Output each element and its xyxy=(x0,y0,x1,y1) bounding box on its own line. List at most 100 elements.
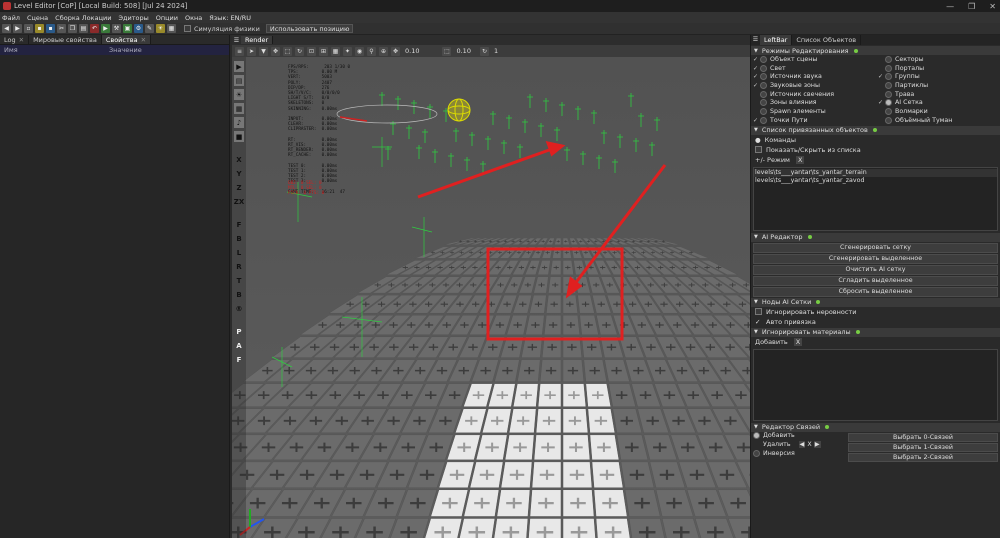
use-position-button[interactable]: Использовать позицию xyxy=(265,24,354,33)
move-snap-value[interactable]: 0.10 xyxy=(405,47,419,55)
build-icon[interactable]: ⚒ xyxy=(112,24,121,33)
snap-vertex-icon[interactable]: ✦ xyxy=(343,46,352,56)
scale-snap-icon[interactable]: ⬚ xyxy=(442,46,452,56)
mode-radio[interactable] xyxy=(885,107,892,115)
close-icon[interactable]: ✕ xyxy=(141,36,146,44)
edit-modes-header[interactable]: ▼ Режимы Редактирования xyxy=(751,46,1000,55)
save-icon[interactable]: ▪ xyxy=(46,24,55,33)
move-snap-icon[interactable]: ✥ xyxy=(391,46,400,56)
menu-file[interactable]: Файл xyxy=(2,14,20,22)
menu-windows[interactable]: Окна xyxy=(185,14,202,22)
tab-world-properties[interactable]: Мировые свойства xyxy=(29,35,102,44)
minimize-button[interactable]: — xyxy=(946,2,954,11)
select-icon[interactable]: ➤ xyxy=(247,46,256,56)
attached-objects-list[interactable]: levels\ts___yantar\ts_yantar_terrain lev… xyxy=(753,166,998,231)
check-icon[interactable]: ✓ xyxy=(878,99,885,106)
link-remove-option[interactable]: Удалить ◀ X ▶ xyxy=(753,440,845,449)
back-icon[interactable]: ◀ xyxy=(2,24,11,33)
mode-radio[interactable] xyxy=(885,81,892,89)
edit-mode-option[interactable]: Партиклы xyxy=(878,81,998,90)
edit-mode-option[interactable]: Объёмный Туман xyxy=(878,116,998,125)
close-icon[interactable]: ✕ xyxy=(19,36,24,44)
view-right-button[interactable]: R xyxy=(234,261,244,272)
ai-nodes-header[interactable]: ▼ Ноды AI Сетки xyxy=(751,297,1000,307)
link-invert-option[interactable]: Инверсия xyxy=(753,449,845,458)
cut-icon[interactable]: ✂ xyxy=(57,24,66,33)
edit-mode-option[interactable]: Секторы xyxy=(878,55,998,64)
tab-properties[interactable]: Свойства ✕ xyxy=(101,35,152,44)
physics-checkbox[interactable] xyxy=(184,25,191,32)
mode-radio[interactable] xyxy=(760,64,767,72)
link-add-option[interactable]: Добавить xyxy=(753,432,845,441)
axis-x-button[interactable]: X xyxy=(234,154,244,165)
light-mode-icon[interactable]: ☀ xyxy=(234,89,244,100)
edit-mode-option[interactable]: ✓ Источник звука xyxy=(753,72,878,81)
mode-radio[interactable] xyxy=(885,64,892,72)
mode-radio[interactable] xyxy=(885,116,892,124)
maximize-button[interactable]: ❐ xyxy=(968,2,975,11)
check-icon[interactable]: ✓ xyxy=(753,82,760,89)
remove-material-button[interactable]: X xyxy=(793,337,803,346)
play-icon[interactable]: ▶ xyxy=(101,24,110,33)
fill-mode-icon[interactable]: ▦ xyxy=(234,103,244,114)
attached-objects-header[interactable]: ▼ Список привязанных объектов xyxy=(751,125,1000,135)
check-icon[interactable]: ✓ xyxy=(878,73,885,80)
compile-icon[interactable]: ▣ xyxy=(123,24,132,33)
generate-mesh-button[interactable]: Сгенерировать сетку xyxy=(753,242,998,253)
mode-radio[interactable] xyxy=(760,107,767,115)
settings-icon[interactable]: ⚙ xyxy=(134,24,143,33)
list-item[interactable]: levels\ts___yantar\ts_yantar_zavod xyxy=(754,177,997,185)
move-icon[interactable]: ✥ xyxy=(271,46,280,56)
tools-icon[interactable]: ✎ xyxy=(145,24,154,33)
forward-icon[interactable]: ▶ xyxy=(13,24,22,33)
add-icon[interactable]: ▼ xyxy=(259,46,268,56)
edit-mode-option[interactable]: ✓ Объект сцены xyxy=(753,55,878,64)
edit-mode-option[interactable]: ✓ AI Сетка xyxy=(878,98,998,107)
edit-mode-option[interactable]: ✓ Группы xyxy=(878,72,998,81)
stats-icon[interactable]: ▤ xyxy=(234,75,244,86)
view-front-button[interactable]: F xyxy=(234,219,244,230)
menu-build[interactable]: Сборка Локации xyxy=(55,14,111,22)
rotate-icon[interactable]: ↻ xyxy=(295,46,304,56)
axis-icon[interactable]: ⊕ xyxy=(379,46,388,56)
mode-radio[interactable] xyxy=(760,99,767,107)
add-material-button[interactable]: Добавить xyxy=(755,338,788,346)
check-icon[interactable]: ✓ xyxy=(755,318,762,326)
new-file-icon[interactable]: ▫ xyxy=(24,24,33,33)
link-invert-radio[interactable] xyxy=(753,449,760,457)
generate-selected-button[interactable]: Сгенерировать выделенное xyxy=(753,253,998,264)
commands-row[interactable]: ● Команды xyxy=(751,135,1000,145)
edit-mode-option[interactable]: Зоны влияния xyxy=(753,98,878,107)
axis-zx-button[interactable]: ZX xyxy=(234,196,244,207)
edit-mode-option[interactable]: ✓ Точки Пути xyxy=(753,116,878,125)
render-viewport[interactable]: ☰ Render ≡ ➤ ▼ ✥ ⬚ ↻ ⊡ ⊞ ▦ ✦ ◉ ⚲ ⊕ ✥ 0.1… xyxy=(232,35,750,538)
hamburger-icon[interactable]: ≡ xyxy=(235,46,244,56)
mode-radio[interactable] xyxy=(885,99,892,107)
edit-mode-option[interactable]: Порталы xyxy=(878,64,998,73)
check-icon[interactable]: ✓ xyxy=(753,73,760,80)
edit-mode-option[interactable]: ✓ Звуковые зоны xyxy=(753,81,878,90)
ignore-materials-header[interactable]: ▼ Игнорировать материалы xyxy=(751,327,1000,337)
mode-radio[interactable] xyxy=(760,81,767,89)
arrow-right-icon[interactable]: ▶ xyxy=(813,441,821,449)
camera-icon[interactable]: ◉ xyxy=(355,46,364,56)
solid-mode-icon[interactable]: ■ xyxy=(234,131,244,142)
mode-radio[interactable] xyxy=(760,73,767,81)
rotate-snap-value[interactable]: 1 xyxy=(494,47,498,55)
auto-snap-row[interactable]: ✓ Авто привязка xyxy=(751,317,1000,327)
open-folder-icon[interactable]: ▪ xyxy=(35,24,44,33)
copy-icon[interactable]: ❐ xyxy=(68,24,77,33)
ignore-roughness-row[interactable]: Игнорировать неровности xyxy=(751,307,1000,317)
mode-radio[interactable] xyxy=(760,90,767,98)
undo-icon[interactable]: ↶ xyxy=(90,24,99,33)
menu-icon[interactable]: ☰ xyxy=(751,35,760,44)
mode-radio[interactable] xyxy=(760,55,767,63)
tab-render[interactable]: Render xyxy=(241,36,274,44)
scale-snap-value[interactable]: 0.10 xyxy=(456,47,470,55)
menu-language[interactable]: Язык: EN/RU xyxy=(209,14,251,22)
menu-icon[interactable]: ☰ xyxy=(232,35,241,45)
view-back-button[interactable]: B xyxy=(234,233,244,244)
edit-mode-option[interactable]: ✓ Свет xyxy=(753,64,878,73)
view-reset-icon[interactable]: ® xyxy=(234,303,244,314)
show-hide-row[interactable]: Показать/Скрыть из списка xyxy=(751,145,1000,155)
